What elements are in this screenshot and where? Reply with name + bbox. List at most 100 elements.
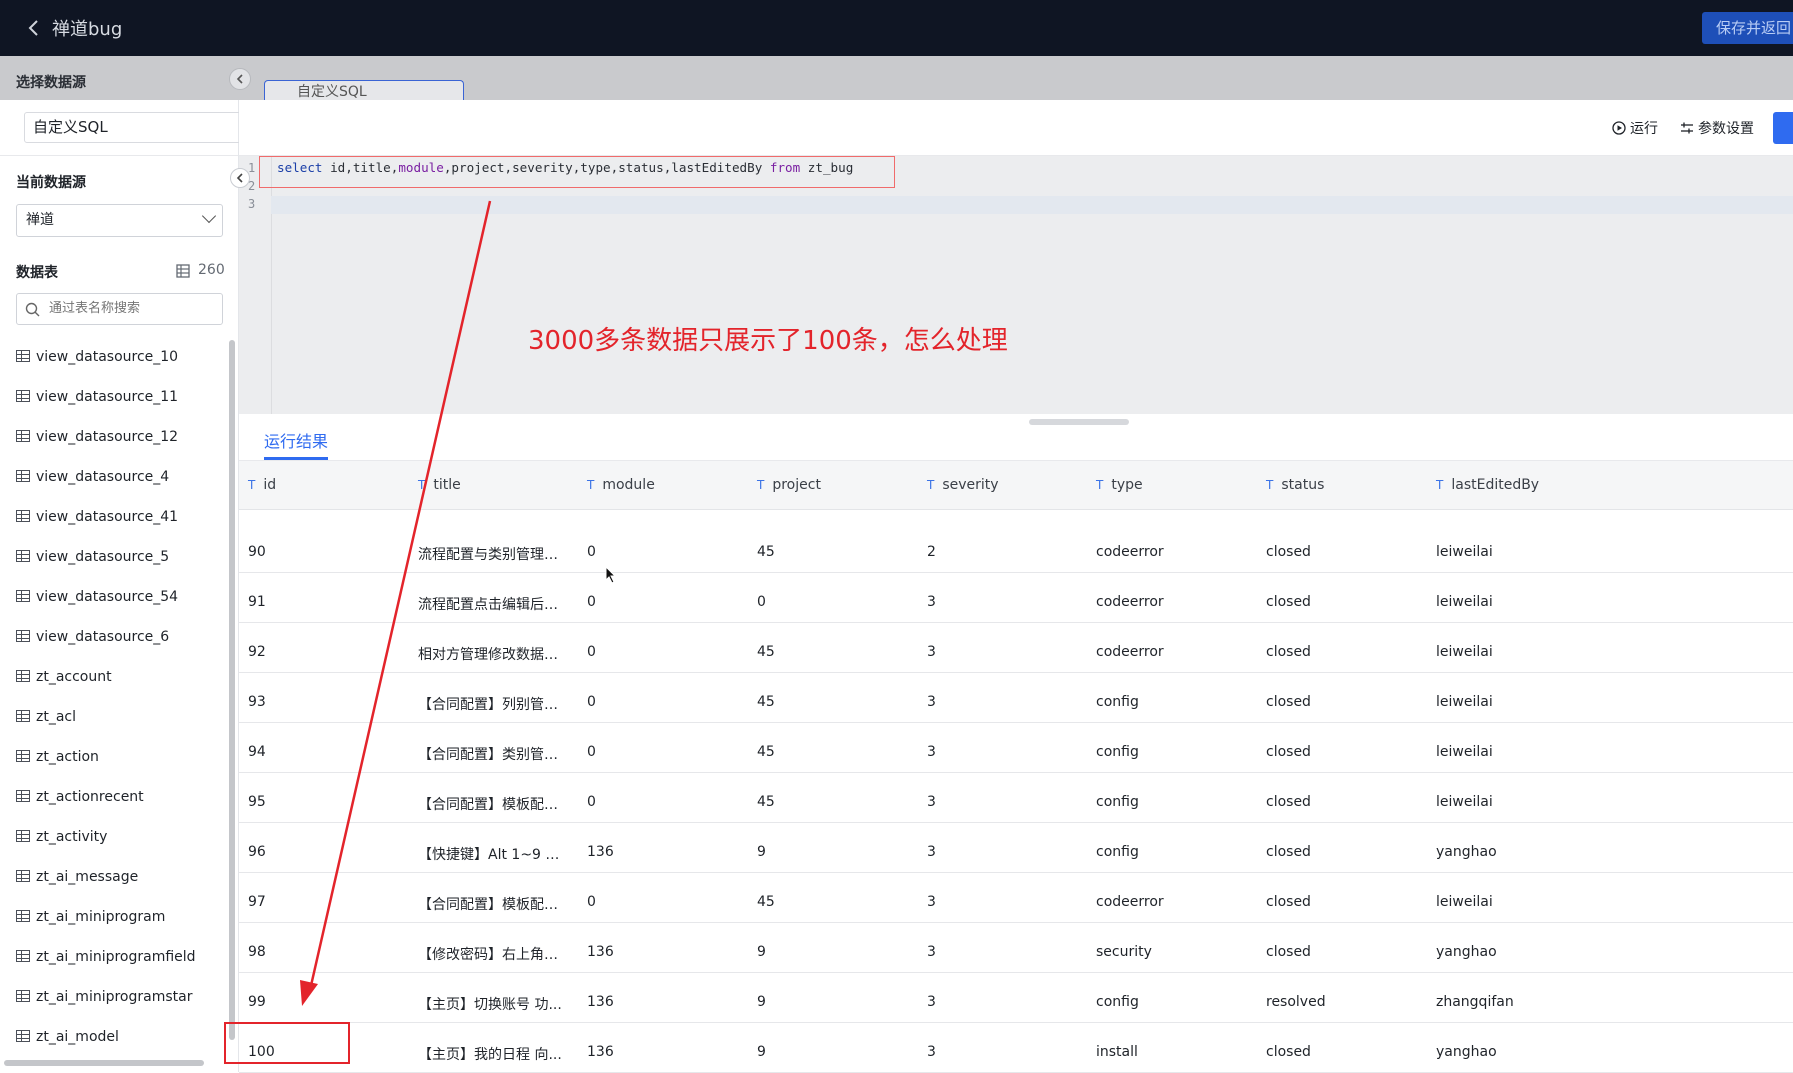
column-header[interactable]: Ttitle [418,477,461,493]
sidebar-table-item[interactable]: zt_ai_miniprogram [16,897,216,937]
table-cell-lastEditedBy: leiweilai [1436,744,1493,760]
sidebar-table-label: view_datasource_11 [36,389,179,405]
table-cell-severity: 3 [927,944,936,960]
sidebar-table-item[interactable]: zt_ai_miniprogramstar [16,977,216,1017]
table-icon [16,630,30,642]
sidebar-table-item[interactable]: view_datasource_54 [16,577,216,617]
sidebar-table-label: view_datasource_41 [36,509,179,525]
params-settings-button[interactable]: 参数设置 [1680,118,1754,138]
tab-run-results[interactable]: 运行结果 [264,428,328,452]
sidebar-table-item[interactable]: view_datasource_4 [16,457,216,497]
collapse-panel-button[interactable] [230,168,250,188]
column-header-label: severity [942,477,999,493]
table-cell-severity: 3 [927,994,936,1010]
table-cell-project: 9 [757,944,766,960]
table-cell-status: closed [1266,594,1311,610]
table-cell-id: 90 [248,544,266,560]
table-cell-module: 136 [587,994,614,1010]
text-type-icon: T [248,478,256,492]
sidebar-table-label: view_datasource_54 [36,589,179,605]
table-cell-module: 0 [587,894,596,910]
column-header[interactable]: Tseverity [927,477,999,493]
column-header-label: lastEditedBy [1451,477,1540,493]
table-cell-lastEditedBy: zhangqifan [1436,994,1514,1010]
sidebar-table-item[interactable]: view_datasource_12 [16,417,216,457]
collapse-sidebar-button[interactable] [229,68,251,90]
table-search[interactable] [16,293,223,325]
text-type-icon: T [418,478,426,492]
table-cell-type: install [1096,1044,1138,1060]
sidebar-table-item[interactable]: zt_ai_miniprogramfield [16,937,216,977]
sidebar-horizontal-scrollbar[interactable] [4,1060,204,1066]
table-cell-title: 流程配置点击编辑后再... [418,597,568,613]
column-header[interactable]: Tid [248,477,276,493]
table-icon [16,670,30,682]
table-cell-status: closed [1266,844,1311,860]
sidebar-table-item[interactable]: zt_acl [16,697,216,737]
sidebar-table-item[interactable]: view_datasource_6 [16,617,216,657]
results-grid-header [239,461,1793,510]
datasource-select[interactable]: 禅道 [16,204,223,237]
sidebar-table-item[interactable]: zt_account [16,657,216,697]
sidebar-table-item[interactable]: zt_activity [16,817,216,857]
current-datasource-label: 当前数据源 [16,175,86,191]
sidebar-table-item[interactable]: view_datasource_10 [16,337,216,377]
sidebar-table-item[interactable]: zt_action [16,737,216,777]
table-cell-severity: 3 [927,744,936,760]
sidebar-table-label: zt_acl [36,709,77,725]
table-cell-module: 136 [587,944,614,960]
back-arrow-icon[interactable] [22,16,46,40]
column-header[interactable]: Ttype [1096,477,1143,493]
sidebar-table-item[interactable]: zt_ai_model [16,1017,216,1057]
resize-handle[interactable] [1029,419,1129,425]
search-icon [25,302,40,317]
table-cell-severity: 3 [927,794,936,810]
sidebar-table-label: view_datasource_10 [36,349,179,365]
table-icon [16,470,30,482]
table-icon [16,390,30,402]
sidebar-table-label: zt_activity [36,829,108,845]
run-button[interactable]: 运行 [1612,118,1658,138]
column-header-label: project [772,477,821,493]
table-icon [16,830,30,842]
sql-highlight-box [259,156,895,188]
table-cell-project: 9 [757,844,766,860]
table-cell-id: 97 [248,894,266,910]
save-and-return-button[interactable]: 保存并返回 [1702,12,1793,44]
sidebar-table-item[interactable]: view_datasource_5 [16,537,216,577]
column-header[interactable]: Tstatus [1266,477,1324,493]
table-cell-severity: 3 [927,894,936,910]
chevron-left-icon [236,74,243,84]
active-line-highlight [271,196,1793,214]
column-header-label: status [1281,477,1325,493]
table-cell-severity: 3 [927,694,936,710]
sql-name-field[interactable]: 自定义SQL [24,112,264,143]
confirm-button-edge[interactable] [1773,112,1793,144]
table-cell-title: 流程配置与类别管理的... [418,547,568,563]
sql-editor[interactable] [239,156,1793,414]
sidebar-table-item[interactable]: view_datasource_11 [16,377,216,417]
tab-custom-sql[interactable]: 自定义SQL [264,80,464,100]
sidebar-table-item[interactable]: view_datasource_41 [16,497,216,537]
table-cell-type: codeerror [1096,544,1164,560]
table-cell-severity: 3 [927,644,936,660]
table-cell-severity: 3 [927,594,936,610]
column-header[interactable]: TlastEditedBy [1436,477,1539,493]
sidebar-table-item[interactable]: zt_ai_message [16,857,216,897]
sidebar-table-label: view_datasource_4 [36,469,170,485]
table-cell-type: config [1096,794,1139,810]
table-cell-lastEditedBy: leiweilai [1436,544,1493,560]
table-cell-title: 【合同配置】模板配置... [418,797,568,813]
text-type-icon: T [1436,478,1444,492]
text-type-icon: T [927,478,935,492]
table-icon [16,750,30,762]
sidebar-table-item[interactable]: zt_actionrecent [16,777,216,817]
column-header[interactable]: Tproject [757,477,821,493]
table-icon [16,550,30,562]
sidebar-scrollbar[interactable] [229,340,235,1040]
table-cell-id: 98 [248,944,266,960]
column-header[interactable]: Tmodule [587,477,655,493]
sidebar-table-label: zt_ai_miniprogram [36,909,166,925]
table-cell-type: codeerror [1096,594,1164,610]
table-search-input[interactable] [47,300,221,317]
